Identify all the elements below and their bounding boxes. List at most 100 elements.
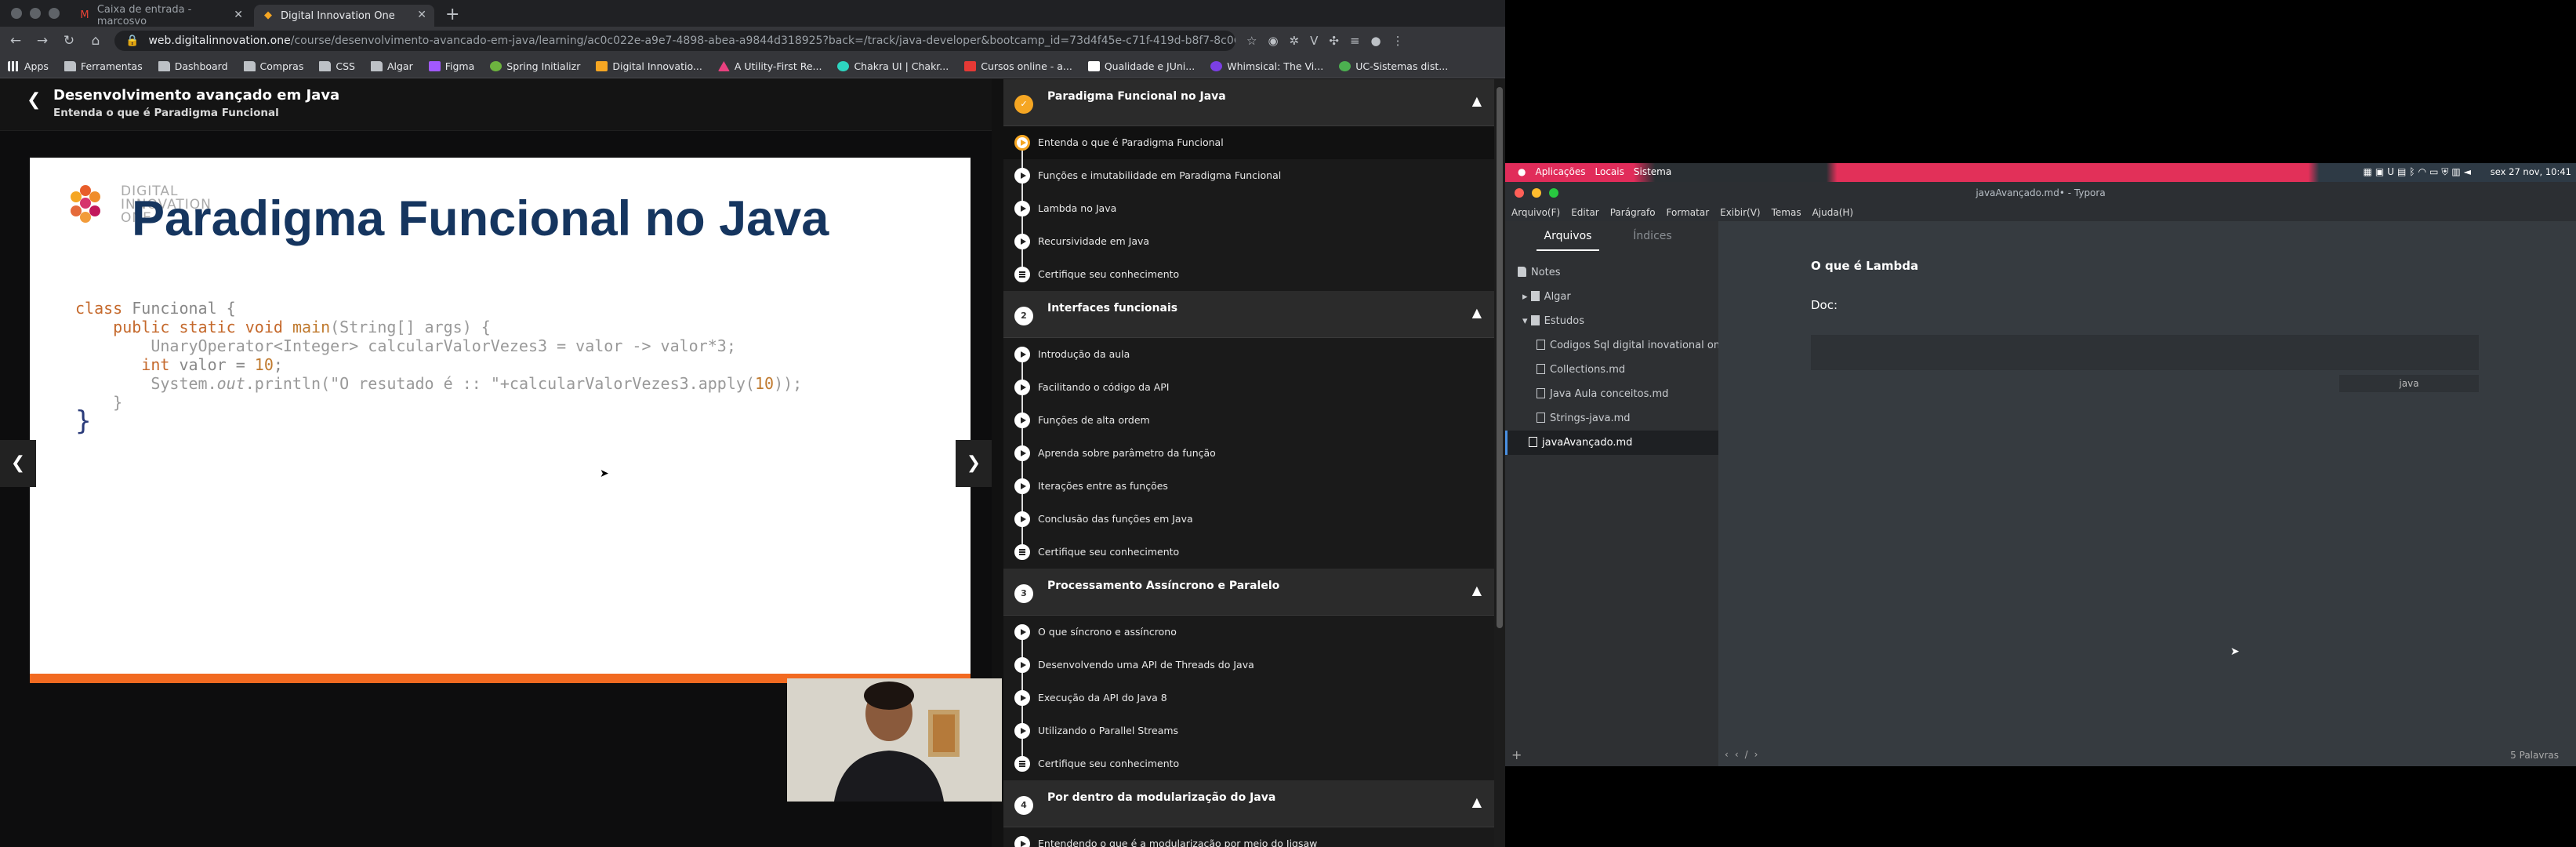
close-icon[interactable]: ✕ — [417, 9, 426, 21]
bookmark-folder[interactable]: Algar — [370, 60, 413, 72]
lesson-item[interactable]: Certifique seu conhecimento — [1003, 258, 1494, 291]
bluetooth-icon[interactable]: ᛒ — [2409, 166, 2418, 177]
menu-item[interactable]: Editar — [1571, 204, 1599, 221]
lesson-item[interactable]: O que síncrono e assíncrono — [1003, 616, 1494, 649]
lesson-item[interactable]: Funções de alta ordem — [1003, 404, 1494, 437]
wifi-icon[interactable]: ◠ — [2418, 166, 2429, 177]
scrollbar-thumb[interactable] — [1497, 87, 1503, 628]
close-dot[interactable] — [11, 8, 22, 19]
bookmark-figma[interactable]: Figma — [428, 60, 474, 72]
menu-item[interactable]: Ajuda(H) — [1812, 204, 1854, 221]
tree-file[interactable]: Strings-java.md — [1505, 406, 1718, 431]
playlist-icon[interactable]: ≡ — [1350, 34, 1360, 48]
chevron-down-icon[interactable]: ▾ — [1522, 315, 1528, 327]
bookmark-chakra[interactable]: Chakra UI | Chakr... — [837, 60, 949, 72]
tray-icon[interactable]: ▣ — [2375, 166, 2387, 177]
lesson-item[interactable]: Introdução da aula — [1003, 338, 1494, 371]
tree-file-selected[interactable]: javaAvançado.md — [1505, 431, 1718, 455]
bookmark-cursos[interactable]: Cursos online - a... — [964, 60, 1072, 72]
lesson-item[interactable]: Utilizando o Parallel Streams — [1003, 714, 1494, 747]
chevron-up-icon[interactable]: ▲ — [1472, 794, 1482, 809]
lesson-item[interactable]: Aprenda sobre parâmetro da função — [1003, 437, 1494, 470]
tree-file[interactable]: Codigos Sql digital inovational one — [1505, 333, 1718, 358]
tree-file[interactable]: Collections.md — [1505, 358, 1718, 382]
bookmark-dio[interactable]: Digital Innovatio... — [596, 60, 702, 72]
section-header[interactable]: ✓ Paradigma Funcional no Java ▲ — [1003, 79, 1494, 126]
close-dot[interactable] — [1515, 188, 1524, 198]
bookmark-uc[interactable]: UC-Sistemas dist... — [1339, 60, 1448, 72]
chevron-right-icon[interactable]: ▸ — [1522, 291, 1528, 303]
tray-icon[interactable]: U — [2387, 166, 2397, 177]
lesson-item[interactable]: Recursividade em Java — [1003, 225, 1494, 258]
tree-folder[interactable]: ▾ Estudos — [1505, 309, 1718, 333]
bookmark-folder[interactable]: Ferramentas — [63, 60, 143, 72]
scrollbar[interactable] — [1494, 79, 1505, 847]
bookmark-folder[interactable]: Compras — [243, 60, 303, 72]
tree-folder[interactable]: Notes — [1505, 260, 1718, 285]
minimize-dot[interactable] — [1532, 188, 1541, 198]
code-block[interactable] — [1811, 335, 2479, 370]
tab-files[interactable]: Arquivos — [1537, 221, 1599, 251]
maximize-dot[interactable] — [49, 8, 60, 19]
maximize-dot[interactable] — [1549, 188, 1558, 198]
tab-gmail[interactable]: M Caixa de entrada - marcosvo ✕ — [71, 4, 251, 27]
editor-pane[interactable]: O que é Lambda Doc: java ‹‹/› 5 Palavras — [1718, 221, 2576, 766]
lesson-item[interactable]: Execução da API do Java 8 — [1003, 682, 1494, 714]
chevron-up-icon[interactable]: ▲ — [1472, 305, 1482, 320]
new-tab-button[interactable]: + — [437, 5, 467, 27]
tree-folder[interactable]: ▸ Algar — [1505, 285, 1718, 309]
section-header[interactable]: 2 Interfaces funcionais ▲ — [1003, 291, 1494, 338]
address-bar[interactable]: 🔒 web.digitalinnovation.one/course/desenv… — [114, 31, 1235, 51]
source-code-icon[interactable]: ‹/› — [1735, 749, 1765, 760]
chevron-left-icon[interactable]: ‹ — [1725, 749, 1735, 760]
home-icon[interactable]: ⌂ — [85, 30, 107, 52]
extension-icon[interactable]: ✲ — [1290, 34, 1300, 48]
lesson-item[interactable]: Certifique seu conhecimento — [1003, 747, 1494, 780]
lesson-item[interactable]: Entendendo o que é a modularização por m… — [1003, 827, 1494, 847]
lesson-item[interactable]: Certifique seu conhecimento — [1003, 536, 1494, 569]
back-arrow-icon[interactable]: ❮ — [27, 90, 41, 110]
menu-item[interactable]: Parágrafo — [1610, 204, 1656, 221]
tab-dio[interactable]: ◆ Digital Innovation One ✕ — [254, 5, 434, 27]
section-header[interactable]: 3 Processamento Assíncrono e Paralelo ▲ — [1003, 569, 1494, 616]
bookmark-whimsical[interactable]: Whimsical: The Vi... — [1210, 60, 1323, 72]
menu-item[interactable]: Temas — [1772, 204, 1801, 221]
tray-icon[interactable]: ▦ — [2364, 166, 2375, 177]
menu-item[interactable]: Arquivo(F) — [1511, 204, 1560, 221]
back-icon[interactable]: ← — [5, 30, 27, 52]
add-file-button[interactable]: + — [1505, 744, 1718, 766]
lesson-item[interactable]: Iterações entre as funções — [1003, 470, 1494, 503]
video-slide[interactable]: DIGITAL INNOVATION ONE Paradigma Funcional… — [30, 158, 1002, 802]
clock[interactable]: sex 27 nov, 10:41 — [2491, 166, 2571, 177]
lesson-item[interactable]: Lambda no Java — [1003, 192, 1494, 225]
vimium-icon[interactable]: V — [1310, 34, 1318, 48]
forward-icon[interactable]: → — [31, 30, 53, 52]
network-icon[interactable]: ▥ — [2451, 166, 2463, 177]
battery-icon[interactable]: ▭ — [2429, 166, 2441, 177]
tree-file[interactable]: Java Aula conceitos.md — [1505, 382, 1718, 406]
volume-icon[interactable]: ◄ — [2464, 166, 2474, 177]
section-header[interactable]: 4 Por dentro da modularização do Java ▲ — [1003, 780, 1494, 827]
menu-icon[interactable]: ⋮ — [1392, 34, 1404, 48]
bookmark-tailwind[interactable]: A Utility-First Re... — [717, 60, 822, 72]
bookmark-apps[interactable]: Apps — [8, 60, 49, 72]
extension-icon[interactable]: ◉ — [1268, 34, 1278, 48]
shield-icon[interactable]: ⛨ — [2441, 166, 2451, 177]
lesson-item[interactable]: Facilitando o código da API — [1003, 371, 1494, 404]
panel-menu-item[interactable]: Sistema — [1634, 166, 1671, 177]
bookmark-medium[interactable]: Qualidade e JUni... — [1087, 60, 1195, 72]
lesson-item[interactable]: Conclusão das funções em Java — [1003, 503, 1494, 536]
lesson-item[interactable]: Funções e imutabilidade em Paradigma Fun… — [1003, 159, 1494, 192]
code-language-input[interactable]: java — [2339, 375, 2479, 392]
menu-item[interactable]: Exibir(V) — [1720, 204, 1760, 221]
panel-menu-item[interactable]: Aplicações — [1535, 166, 1585, 177]
chevron-up-icon[interactable]: ▲ — [1472, 93, 1482, 108]
lesson-item[interactable]: Entenda o que é Paradigma Funcional — [1003, 126, 1494, 159]
bookmark-folder[interactable]: Dashboard — [158, 60, 228, 72]
next-lesson-button[interactable]: ❯ — [956, 440, 992, 487]
tab-outline[interactable]: Índices — [1599, 221, 1706, 251]
star-icon[interactable]: ☆ — [1246, 34, 1257, 48]
puzzle-icon[interactable]: ✣ — [1329, 34, 1339, 48]
avatar[interactable]: ● — [1371, 34, 1381, 48]
reload-icon[interactable]: ↻ — [58, 30, 80, 52]
